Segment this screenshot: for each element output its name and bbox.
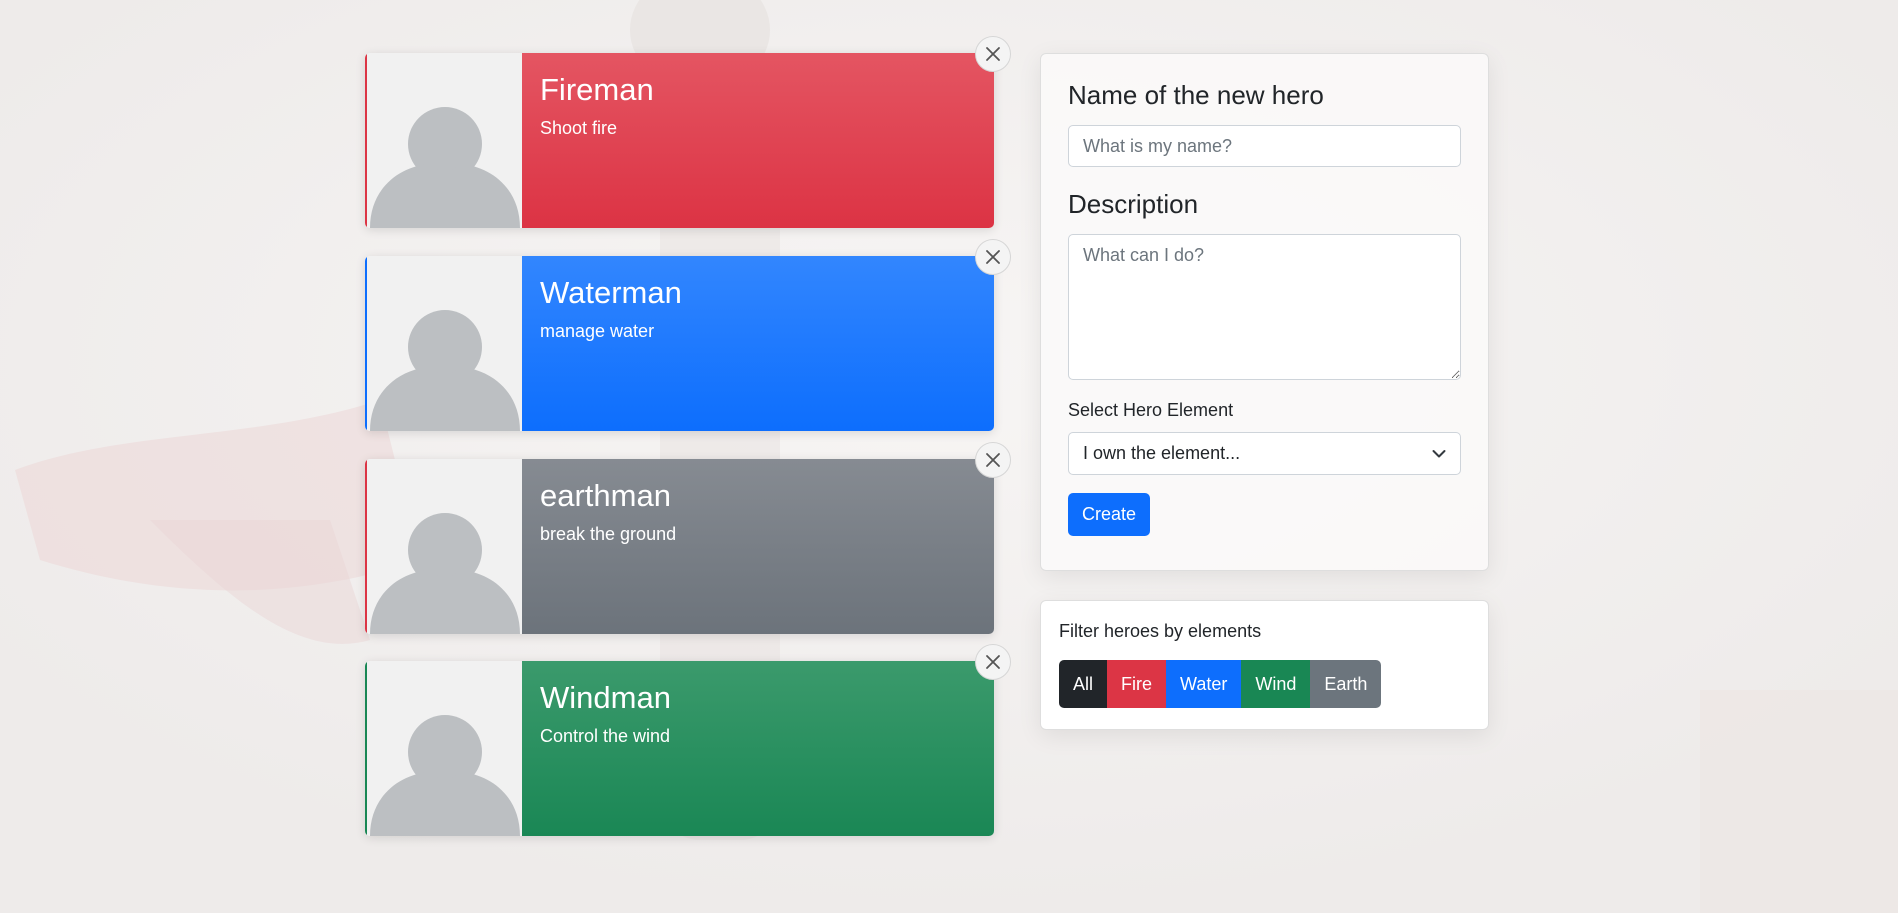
hero-avatar xyxy=(365,459,522,634)
filter-all-button[interactable]: All xyxy=(1059,660,1108,708)
hero-description-input[interactable] xyxy=(1068,234,1461,380)
close-icon xyxy=(986,655,1000,669)
close-icon xyxy=(986,250,1000,264)
new-hero-form: Name of the new hero Description Select … xyxy=(1040,53,1489,571)
element-select[interactable]: I own the element... xyxy=(1068,432,1461,475)
element-select-label: Select Hero Element xyxy=(1068,400,1234,420)
close-icon xyxy=(986,453,1000,467)
person-placeholder-icon xyxy=(370,107,520,228)
page: Fireman Shoot fire Waterman manage water xyxy=(0,0,1898,913)
hero-info: earthman break the ground xyxy=(522,459,994,634)
create-button[interactable]: Create xyxy=(1068,493,1151,536)
hero-name-input[interactable] xyxy=(1068,125,1461,167)
hero-info: Windman Control the wind xyxy=(522,661,994,836)
hero-info: Fireman Shoot fire xyxy=(522,53,994,228)
hero-avatar xyxy=(365,53,522,228)
delete-hero-button[interactable] xyxy=(975,442,1011,478)
hero-description: manage water xyxy=(540,321,655,342)
hero-card-earthman: earthman break the ground xyxy=(365,459,994,634)
delete-hero-button[interactable] xyxy=(975,644,1011,680)
hero-card-windman: Windman Control the wind xyxy=(365,661,994,836)
hero-description: Shoot fire xyxy=(540,118,618,139)
hero-name: Waterman xyxy=(540,275,682,310)
hero-avatar xyxy=(365,256,522,431)
hero-description: Control the wind xyxy=(540,726,671,747)
hero-name: Fireman xyxy=(540,72,654,107)
hero-name: earthman xyxy=(540,478,671,513)
filter-title: Filter heroes by elements xyxy=(1059,621,1262,641)
filter-earth-button[interactable]: Earth xyxy=(1310,660,1382,708)
element-select-value: I own the element... xyxy=(1083,443,1241,463)
chevron-down-icon xyxy=(1432,449,1446,457)
hero-name: Windman xyxy=(540,680,671,715)
hero-description: break the ground xyxy=(540,524,677,545)
delete-hero-button[interactable] xyxy=(975,36,1011,72)
filter-fire-button[interactable]: Fire xyxy=(1107,660,1167,708)
hero-card-fireman: Fireman Shoot fire xyxy=(365,53,994,228)
delete-hero-button[interactable] xyxy=(975,239,1011,275)
filter-wind-button[interactable]: Wind xyxy=(1241,660,1311,708)
description-label: Description xyxy=(1068,189,1199,219)
hero-info: Waterman manage water xyxy=(522,256,994,431)
person-placeholder-icon xyxy=(370,715,520,836)
person-placeholder-icon xyxy=(370,513,520,634)
name-label: Name of the new hero xyxy=(1068,80,1324,110)
filter-button-group: All Fire Water Wind Earth xyxy=(1059,660,1382,708)
filter-panel: Filter heroes by elements All Fire Water… xyxy=(1040,600,1489,730)
filter-water-button[interactable]: Water xyxy=(1166,660,1242,708)
close-icon xyxy=(986,47,1000,61)
hero-card-waterman: Waterman manage water xyxy=(365,256,994,431)
hero-avatar xyxy=(365,661,522,836)
person-placeholder-icon xyxy=(370,310,520,431)
